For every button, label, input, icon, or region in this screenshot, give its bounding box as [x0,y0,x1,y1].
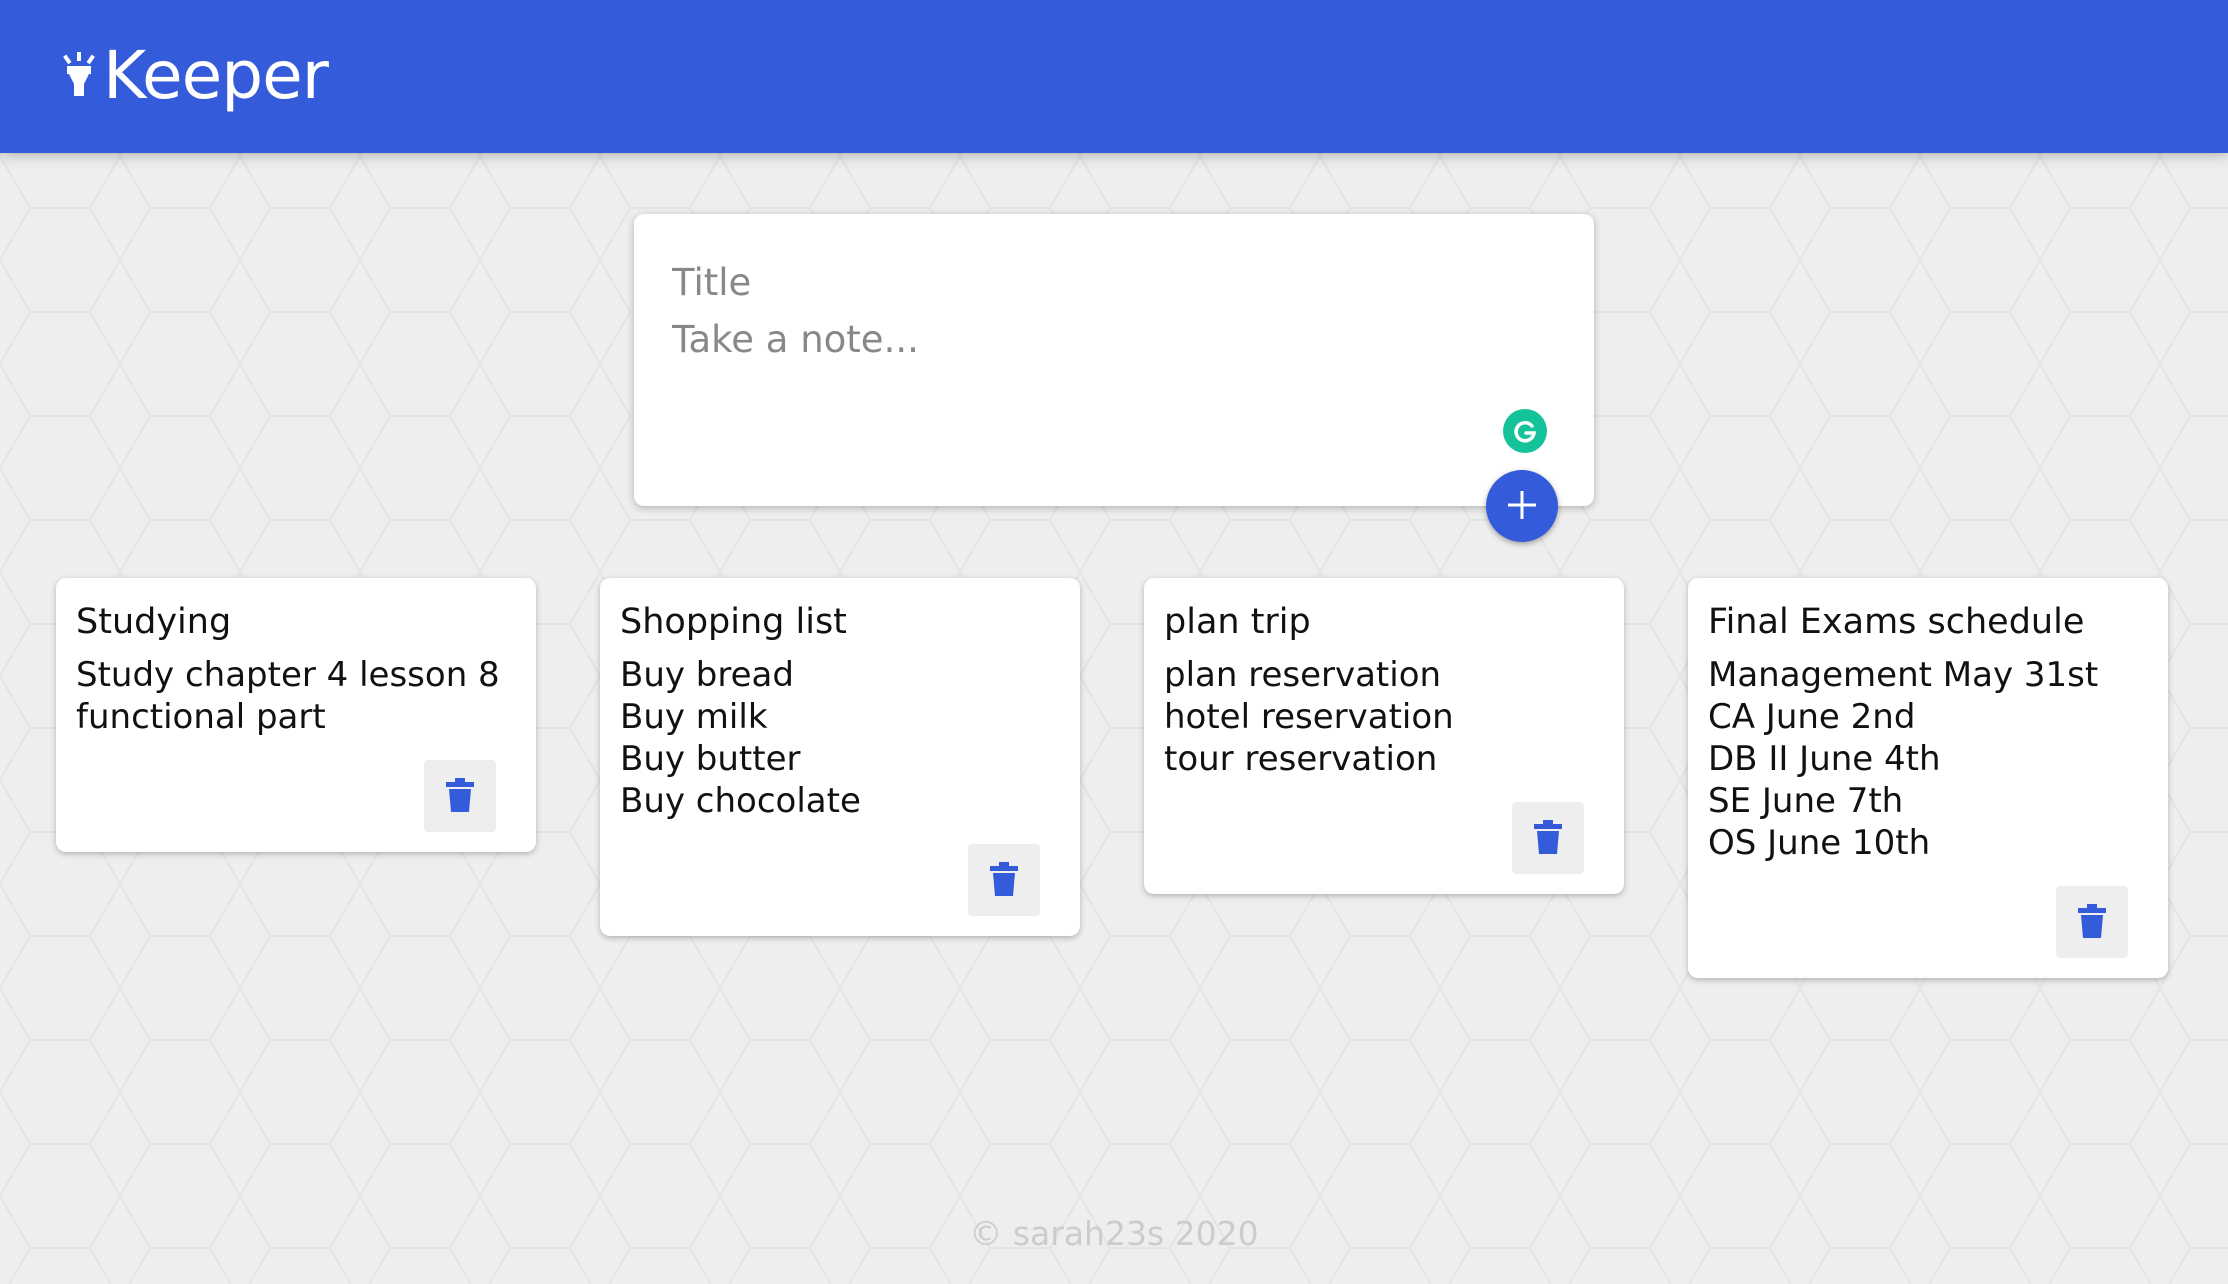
note-title: Studying [76,602,232,642]
grammarly-icon[interactable] [1503,409,1547,453]
note-title: Shopping list [620,602,847,642]
note-content: plan reservation hotel reservation tour … [1164,655,1454,779]
trash-icon [446,777,474,815]
app-title: Keeper [103,37,329,114]
note-title-input[interactable] [672,252,1532,312]
highlight-icon [61,50,103,102]
copyright-text: © sarah23s 2020 [969,1214,1259,1253]
delete-note-button[interactable] [1512,802,1584,874]
trash-icon [1534,819,1562,857]
note-card: Studying Study chapter 4 lesson 8 functi… [56,578,536,852]
note-content: Management May 31st CA June 2nd DB II Ju… [1708,655,2099,863]
footer: © sarah23s 2020 [0,1200,2228,1284]
add-note-button[interactable] [1486,470,1558,542]
note-card: plan trip plan reservation hotel reserva… [1144,578,1624,894]
note-card: Shopping list Buy bread Buy milk Buy but… [600,578,1080,936]
trash-icon [2078,903,2106,941]
note-title: Final Exams schedule [1708,602,2085,642]
brand: Keeper [61,36,329,116]
delete-note-button[interactable] [968,844,1040,916]
create-note-form [634,214,1594,506]
note-content: Study chapter 4 lesson 8 functional part [76,655,500,737]
delete-note-button[interactable] [424,760,496,832]
app-header: Keeper [0,0,2228,153]
note-card: Final Exams schedule Management May 31st… [1688,578,2168,978]
plus-icon [1505,488,1539,525]
note-content-input[interactable] [672,318,1532,438]
trash-icon [990,861,1018,899]
delete-note-button[interactable] [2056,886,2128,958]
note-title: plan trip [1164,602,1311,642]
note-content: Buy bread Buy milk Buy butter Buy chocol… [620,655,861,821]
